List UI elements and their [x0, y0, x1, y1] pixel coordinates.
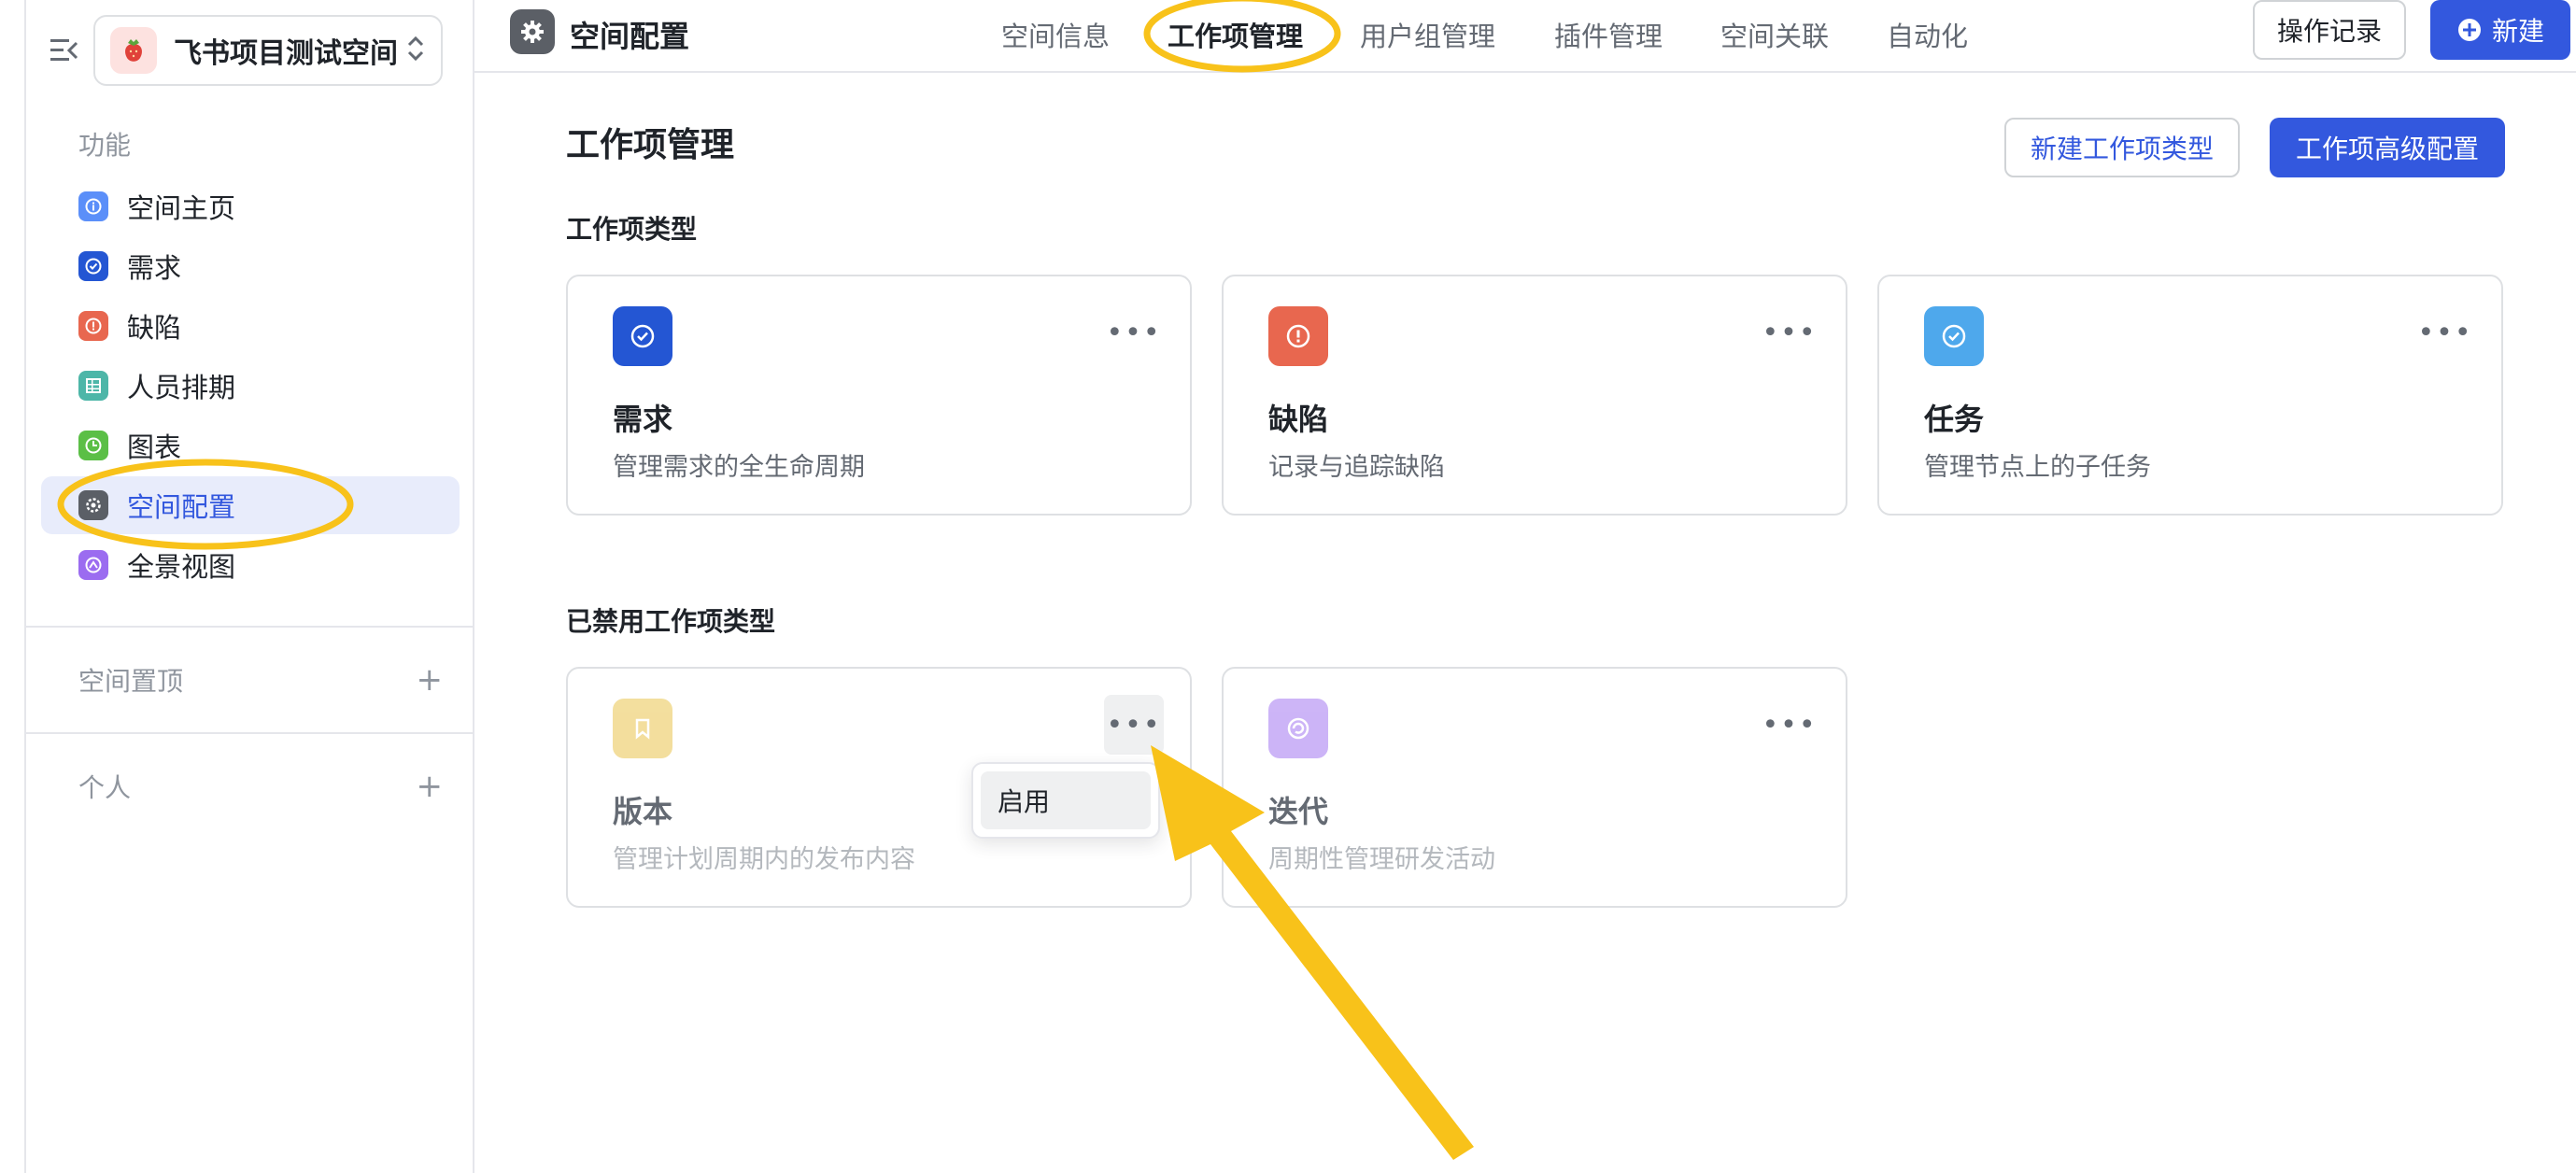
tab-space-association[interactable]: 空间关联	[1720, 15, 1829, 54]
section-personal-label: 个人	[78, 772, 132, 803]
sidebar-item-schedule[interactable]: 人员排期	[41, 357, 460, 415]
sidebar-item-label: 人员排期	[127, 372, 236, 403]
new-button-label: 新建	[2491, 16, 2544, 47]
check-circle-icon	[78, 251, 108, 281]
card-title: 缺陷	[1268, 402, 1329, 437]
sidebar-section-personal[interactable]: 个人 +	[78, 763, 443, 810]
section-pinned-label: 空间置顶	[78, 666, 184, 697]
sidebar-item-charts[interactable]: 图表	[41, 417, 460, 474]
operation-log-button[interactable]: 操作记录	[2253, 0, 2406, 60]
sidebar-edge	[24, 0, 26, 1173]
advanced-config-button[interactable]: 工作项高级配置	[2270, 118, 2505, 177]
work-item-card-iteration[interactable]: ••• 迭代 周期性管理研发活动	[1222, 667, 1847, 908]
new-work-item-type-button[interactable]: 新建工作项类型	[2004, 118, 2240, 177]
card-description: 周期性管理研发活动	[1268, 845, 1495, 874]
page-title: 工作项管理	[566, 126, 735, 164]
project-name: 飞书项目测试空间	[174, 37, 398, 70]
new-button[interactable]: 新建	[2430, 0, 2570, 60]
enabled-types-title: 工作项类型	[566, 214, 698, 245]
gear-icon	[78, 490, 108, 520]
strawberry-icon	[110, 27, 157, 74]
more-options-icon[interactable]: •••	[1104, 695, 1164, 755]
work-item-card-requirement[interactable]: ••• 需求 管理需求的全生命周期	[566, 275, 1192, 516]
sidebar-item-defects[interactable]: 缺陷	[41, 297, 460, 355]
disabled-types-title: 已禁用工作项类型	[566, 606, 776, 637]
more-options-icon[interactable]: •••	[1104, 303, 1164, 362]
sidebar-item-label: 缺陷	[127, 312, 182, 344]
card-title: 任务	[1924, 402, 1985, 437]
panorama-icon	[78, 550, 108, 580]
work-item-card-task[interactable]: ••• 任务 管理节点上的子任务	[1877, 275, 2503, 516]
card-description: 记录与追踪缺陷	[1268, 453, 1445, 482]
tab-plugins[interactable]: 插件管理	[1554, 15, 1663, 54]
tab-automation[interactable]: 自动化	[1887, 15, 1968, 54]
plus-icon[interactable]: +	[417, 664, 444, 696]
sidebar-divider	[26, 626, 474, 628]
card-description: 管理需求的全生命周期	[613, 453, 865, 482]
bookmark-icon	[613, 699, 672, 758]
card-title: 迭代	[1268, 794, 1329, 829]
sidebar-divider	[26, 732, 474, 734]
tab-space-info[interactable]: 空间信息	[1001, 15, 1110, 54]
table-icon	[78, 371, 108, 401]
card-description: 管理节点上的子任务	[1924, 453, 2151, 482]
collapse-sidebar-icon[interactable]	[49, 35, 80, 65]
project-switcher[interactable]: 飞书项目测试空间	[93, 15, 443, 86]
section-features-label: 功能	[78, 130, 132, 161]
sidebar-item-label: 空间配置	[127, 491, 236, 523]
sidebar-item-label: 需求	[127, 252, 182, 284]
more-options-icon[interactable]: •••	[1760, 303, 1819, 362]
alert-icon	[78, 311, 108, 341]
tab-work-item-management[interactable]: 工作项管理	[1168, 15, 1303, 54]
sidebar-item-panorama[interactable]: 全景视图	[41, 536, 460, 594]
check-circle-icon	[613, 306, 672, 366]
more-options-menu: 启用	[971, 762, 1160, 839]
sidebar-item-space-config[interactable]: 空间配置	[41, 476, 460, 534]
sidebar-item-home[interactable]: 空间主页	[41, 177, 460, 235]
more-options-icon[interactable]: •••	[2415, 303, 2475, 362]
enable-menu-item[interactable]: 启用	[981, 771, 1151, 829]
info-icon	[78, 191, 108, 221]
card-description: 管理计划周期内的发布内容	[613, 845, 915, 874]
plus-icon[interactable]: +	[417, 770, 444, 802]
plus-circle-icon	[2457, 19, 2481, 41]
sidebar-item-requirements[interactable]: 需求	[41, 237, 460, 295]
chevron-updown-icon	[405, 33, 426, 68]
page-header-title: 空间配置	[570, 19, 690, 54]
sidebar-item-label: 图表	[127, 431, 182, 463]
top-bar: 空间配置 空间信息 工作项管理 用户组管理 插件管理 空间关联 自动化 操作记录…	[474, 0, 2576, 73]
tab-user-groups[interactable]: 用户组管理	[1360, 15, 1495, 54]
sidebar-item-label: 全景视图	[127, 551, 236, 583]
work-item-card-defect[interactable]: ••• 缺陷 记录与追踪缺陷	[1222, 275, 1847, 516]
card-title: 需求	[613, 402, 673, 437]
gear-icon	[510, 9, 555, 54]
sidebar-section-pinned[interactable]: 空间置顶 +	[78, 657, 443, 703]
sidebar-item-label: 空间主页	[127, 192, 236, 224]
card-title: 版本	[613, 794, 673, 829]
more-options-icon[interactable]: •••	[1760, 695, 1819, 755]
sidebar: 飞书项目测试空间 功能 空间主页 需求 缺陷 人员排期 图表 空间配置 全景视图…	[0, 0, 474, 1173]
alert-icon	[1268, 306, 1328, 366]
clock-chart-icon	[78, 431, 108, 460]
check-circle-icon	[1924, 306, 1984, 366]
cycle-icon	[1268, 699, 1328, 758]
